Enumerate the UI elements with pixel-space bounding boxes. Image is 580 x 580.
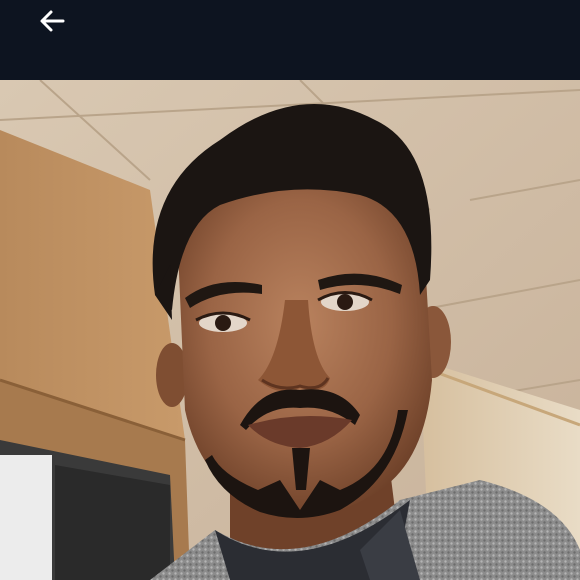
profile-photo bbox=[0, 80, 580, 580]
arrow-left-icon bbox=[40, 10, 65, 32]
back-button[interactable] bbox=[30, 2, 74, 42]
image-viewer bbox=[0, 0, 580, 580]
top-bar bbox=[0, 0, 580, 80]
